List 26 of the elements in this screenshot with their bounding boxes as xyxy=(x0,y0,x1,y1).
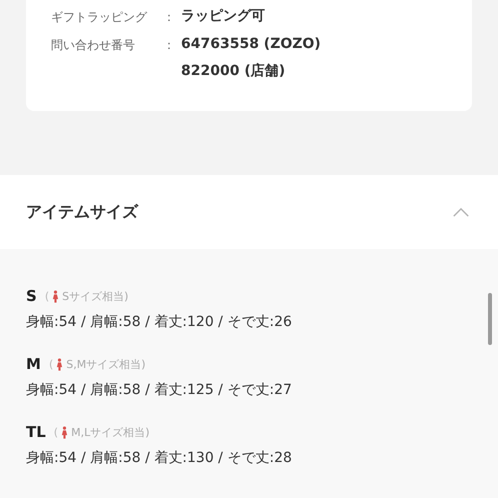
section-title: アイテムサイズ xyxy=(26,202,138,222)
paren: ( xyxy=(54,426,58,438)
size-measurements: 身幅:54 / 肩幅:58 / 着丈:125 / そで丈:27 xyxy=(26,381,293,400)
size-name: M xyxy=(26,355,41,373)
woman-icon xyxy=(52,290,60,302)
paren: ( xyxy=(48,358,54,370)
scrollbar[interactable] xyxy=(488,293,492,345)
info-label: 問い合わせ番号 xyxy=(51,37,136,54)
colon: ： xyxy=(163,9,176,26)
paren: ( xyxy=(44,290,50,302)
size-name: S xyxy=(26,287,37,305)
info-value: 822000 (店舗) xyxy=(181,62,286,81)
info-value: ラッピング可 xyxy=(181,7,265,26)
size-equivalent: M,Lサイズ相当) xyxy=(71,424,150,440)
chevron-up-icon[interactable] xyxy=(452,206,470,218)
size-measurements: 身幅:54 / 肩幅:58 / 着丈:120 / そで丈:26 xyxy=(26,313,293,332)
woman-icon xyxy=(61,426,68,438)
colon: ： xyxy=(163,37,176,54)
woman-icon xyxy=(56,358,64,370)
info-value: 64763558 (ZOZO) xyxy=(181,35,321,54)
size-measurements: 身幅:54 / 肩幅:58 / 着丈:130 / そで丈:28 xyxy=(26,449,293,468)
info-label: ギフトラッピング xyxy=(51,9,148,26)
size-name: TL xyxy=(26,423,46,441)
size-equivalent: Sサイズ相当) xyxy=(62,288,128,304)
section-header[interactable]: アイテムサイズ xyxy=(0,175,498,249)
size-equivalent: S,Mサイズ相当) xyxy=(66,356,146,372)
